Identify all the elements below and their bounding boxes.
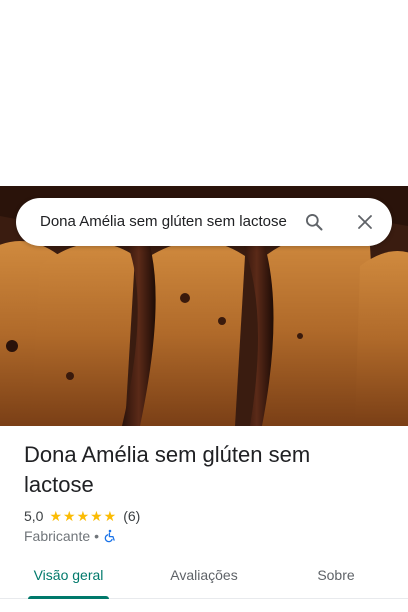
tab-about[interactable]: Sobre bbox=[306, 558, 366, 598]
search-query[interactable]: Dona Amélia sem glúten sem lactose bbox=[40, 198, 288, 246]
star-rating-icon: ★★★★★ bbox=[49, 507, 118, 524]
rating-row[interactable]: 5,0 ★★★★★ (6) bbox=[24, 506, 140, 526]
tab-bar: Visão geral Avaliações Sobre bbox=[0, 558, 408, 599]
place-category[interactable]: Fabricante bbox=[24, 528, 90, 544]
place-title: Dona Amélia sem glúten sem lactose bbox=[24, 442, 311, 497]
search-bar[interactable]: Dona Amélia sem glúten sem lactose bbox=[16, 198, 392, 246]
search-icon[interactable] bbox=[302, 210, 326, 234]
wheelchair-icon[interactable] bbox=[103, 529, 117, 543]
tab-reviews[interactable]: Avaliações bbox=[160, 558, 248, 598]
separator-dot: • bbox=[94, 528, 100, 544]
tab-overview[interactable]: Visão geral bbox=[28, 558, 109, 598]
review-count[interactable]: (6) bbox=[123, 508, 140, 524]
active-tab-indicator bbox=[28, 596, 109, 599]
close-icon[interactable] bbox=[353, 210, 377, 234]
category-row: Fabricante • bbox=[24, 526, 117, 546]
rating-value: 5,0 bbox=[24, 508, 44, 524]
